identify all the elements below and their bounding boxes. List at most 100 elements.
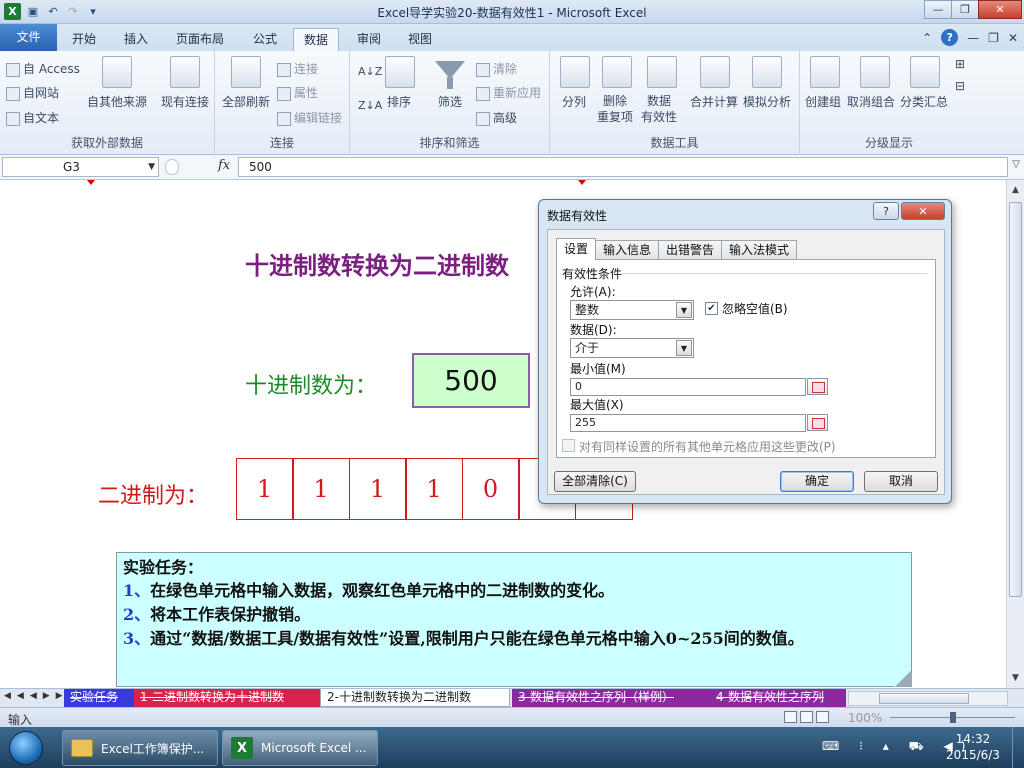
page-layout-view-icon[interactable]	[800, 711, 813, 723]
tab-page-layout[interactable]: 页面布局	[166, 28, 234, 51]
chevron-down-icon[interactable]: ▼	[676, 302, 692, 318]
group-button[interactable]: 创建组	[805, 93, 841, 110]
help-icon[interactable]: ?	[941, 29, 959, 46]
ok-button[interactable]: 确定	[780, 471, 854, 492]
start-button[interactable]	[2, 727, 50, 768]
tab-settings[interactable]: 设置	[556, 238, 597, 260]
tray-clock[interactable]: 14:32 2015/6/3	[943, 731, 1003, 763]
workbook-close-button[interactable]: ✕	[1008, 31, 1018, 45]
properties-button[interactable]: 属性	[277, 84, 318, 101]
connections-button[interactable]: 连接	[277, 60, 318, 77]
chevron-down-icon[interactable]: ▼	[676, 340, 692, 356]
sheet-tab-active[interactable]: 2-十进制数转换为二进制数	[320, 689, 510, 707]
min-value-input[interactable]: 0	[570, 378, 806, 396]
tab-input-message[interactable]: 输入信息	[595, 240, 660, 260]
clear-all-button[interactable]: 全部清除(C)	[554, 471, 636, 492]
apply-to-all-checkbox[interactable]	[562, 439, 575, 452]
tab-insert[interactable]: 插入	[114, 28, 158, 51]
sheet-tab[interactable]: 实验任务	[64, 689, 134, 707]
remove-duplicates-button[interactable]: 删除 重复项	[597, 93, 633, 125]
tab-view[interactable]: 视图	[398, 28, 442, 51]
scroll-thumb[interactable]	[1009, 202, 1022, 597]
ungroup-button[interactable]: 取消组合	[847, 93, 895, 110]
consolidate-button[interactable]: 合并计算	[690, 93, 738, 110]
workbook-restore-button[interactable]: ❐	[988, 31, 999, 45]
dialog-help-button[interactable]: ?	[873, 202, 899, 220]
binary-cell[interactable]: 0	[461, 458, 520, 520]
hide-detail-icon[interactable]: ⊟	[955, 79, 965, 93]
from-text-button[interactable]: 自文本	[6, 109, 59, 126]
reapply-button[interactable]: 重新应用	[476, 84, 541, 101]
sort-button[interactable]: 排序	[387, 93, 411, 110]
zoom-level[interactable]: 100%	[848, 711, 882, 725]
data-select[interactable]: 介于 ▼	[570, 338, 694, 358]
clock-date: 2015/6/3	[946, 748, 1000, 762]
workbook-minimize-button[interactable]: —	[967, 31, 979, 45]
expand-formula-bar-icon[interactable]: ▽	[1012, 159, 1020, 170]
filter-button[interactable]: 筛选	[438, 93, 462, 110]
existing-connections-button[interactable]: 现有连接	[161, 93, 209, 110]
maximize-button[interactable]: ❐	[951, 0, 979, 19]
binary-cell[interactable]: 1	[405, 458, 463, 520]
scroll-up-icon[interactable]: ▲	[1007, 182, 1024, 199]
task-textbox[interactable]: 实验任务： 1、在绿色单元格中输入数据，观察红色单元格中的二进制数的变化。 2、…	[116, 552, 912, 687]
dialog-close-button[interactable]: ✕	[901, 202, 945, 220]
vertical-scrollbar[interactable]: ▲ ▼	[1006, 180, 1024, 688]
scroll-thumb[interactable]	[879, 693, 969, 704]
refresh-all-icon	[231, 56, 261, 88]
binary-cell[interactable]: 1	[235, 458, 294, 520]
edit-links-button[interactable]: 编辑链接	[277, 109, 342, 126]
page-break-view-icon[interactable]	[816, 711, 829, 723]
data-validation-button[interactable]: 数据 有效性	[641, 93, 677, 125]
taskbar-button[interactable]: Excel工作簿保护...	[62, 730, 218, 766]
tab-file[interactable]: 文件	[0, 24, 57, 51]
what-if-analysis-button[interactable]: 模拟分析	[743, 93, 791, 110]
normal-view-icon[interactable]	[784, 711, 797, 723]
insert-function-button[interactable]: fx	[218, 158, 230, 173]
from-other-sources-button[interactable]: 自其他来源	[87, 93, 147, 110]
tab-error-alert[interactable]: 出错警告	[658, 240, 723, 260]
sort-a-z-button[interactable]: A↓Z	[358, 65, 382, 78]
chevron-down-icon[interactable]: ▼	[148, 158, 155, 176]
text-to-columns-button[interactable]: 分列	[562, 93, 586, 110]
tab-home[interactable]: 开始	[62, 28, 106, 51]
refresh-all-button[interactable]: 全部刷新	[222, 93, 270, 110]
formula-bar-grip[interactable]	[165, 159, 179, 175]
other-sources-icon	[102, 56, 132, 88]
name-box[interactable]: G3 ▼	[2, 157, 159, 177]
allow-select[interactable]: 整数 ▼	[570, 300, 694, 320]
sheet-tab[interactable]: 1-二进制数转换为十进制数	[134, 689, 320, 707]
range-selector-icon[interactable]	[807, 378, 828, 395]
taskbar-button[interactable]: X Microsoft Excel ...	[222, 730, 378, 766]
tab-ime-mode[interactable]: 输入法模式	[721, 240, 798, 260]
ignore-blank-checkbox[interactable]: ✔	[705, 302, 718, 315]
tab-formulas[interactable]: 公式	[243, 28, 287, 51]
binary-cell[interactable]: 1	[348, 458, 407, 520]
collapse-ribbon-icon[interactable]: ⌃	[922, 31, 932, 45]
minimize-button[interactable]: —	[924, 0, 952, 19]
sheet-tab[interactable]: 3-数据有效性之序列（样例）	[512, 689, 710, 707]
zoom-slider-knob[interactable]	[950, 712, 956, 723]
close-button[interactable]: ✕	[978, 0, 1022, 19]
settings-panel: 有效性条件 允许(A): 整数 ▼ ✔ 忽略空值(B) 数据(D): 介于 ▼ …	[556, 259, 936, 458]
cancel-button[interactable]: 取消	[864, 471, 938, 492]
max-value-input[interactable]: 255	[570, 414, 806, 432]
from-web-button[interactable]: 自网站	[6, 84, 59, 101]
advanced-filter-button[interactable]: 高级	[476, 109, 517, 126]
scroll-down-icon[interactable]: ▼	[1007, 670, 1024, 687]
from-access-button[interactable]: 自 Access	[6, 60, 80, 77]
horizontal-scrollbar[interactable]	[848, 691, 1008, 706]
sort-z-a-button[interactable]: Z↓A	[358, 99, 382, 112]
properties-icon	[277, 86, 291, 101]
subtotal-button[interactable]: 分类汇总	[900, 93, 948, 110]
range-selector-icon[interactable]	[807, 414, 828, 431]
formula-input[interactable]: 500	[238, 157, 1008, 177]
decimal-input-cell[interactable]: 500	[412, 353, 530, 408]
tab-data[interactable]: 数据	[293, 28, 340, 51]
binary-cell[interactable]: 1	[292, 458, 350, 520]
show-desktop-button[interactable]	[1012, 727, 1024, 768]
show-detail-icon[interactable]: ⊞	[955, 57, 965, 71]
tab-review[interactable]: 审阅	[347, 28, 391, 51]
clear-filter-button[interactable]: 清除	[476, 60, 517, 77]
sheet-tab[interactable]: 4-数据有效性之序列	[710, 689, 846, 707]
